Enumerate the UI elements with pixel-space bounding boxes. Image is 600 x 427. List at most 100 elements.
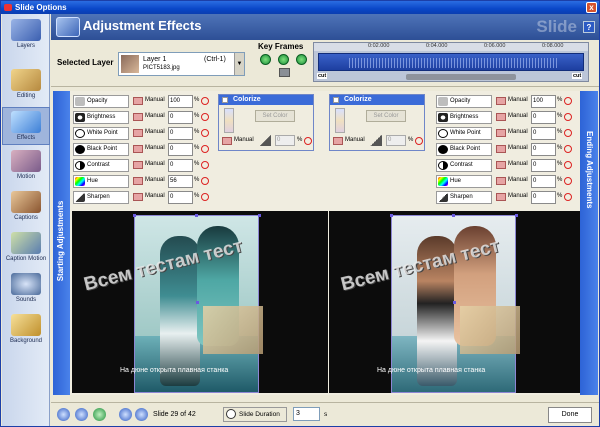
- adjustment-label[interactable]: White Point: [436, 127, 492, 140]
- resize-handle[interactable]: [452, 214, 455, 217]
- reset-icon[interactable]: [201, 193, 209, 201]
- adjustment-label[interactable]: Opacity: [73, 95, 129, 108]
- slide-duration-button[interactable]: Slide Duration: [223, 407, 287, 422]
- value-input[interactable]: 56: [168, 175, 193, 188]
- starting-adjustments-tab[interactable]: Starting Adjustments: [53, 91, 70, 395]
- close-button[interactable]: x: [586, 2, 597, 13]
- adjustment-label[interactable]: Sharpen: [436, 191, 492, 204]
- reset-icon[interactable]: [415, 137, 423, 145]
- chevron-down-icon[interactable]: ▼: [234, 53, 244, 75]
- zoom-out-icon[interactable]: [75, 408, 88, 421]
- start-preview[interactable]: Всем тестам тест На дюне открыта плавная…: [72, 211, 329, 393]
- manual-button[interactable]: [496, 193, 506, 201]
- timeline-scrollbar[interactable]: [406, 74, 516, 80]
- resize-handle[interactable]: [195, 214, 198, 217]
- sidebar-item-editing[interactable]: Editing: [2, 66, 50, 104]
- adjustment-label[interactable]: Hue: [73, 175, 129, 188]
- value-input[interactable]: 0: [531, 175, 556, 188]
- value-input[interactable]: 0: [168, 111, 193, 124]
- adjustment-label[interactable]: Contrast: [436, 159, 492, 172]
- sidebar-item-captions[interactable]: Captions: [2, 188, 50, 226]
- reset-icon[interactable]: [564, 193, 572, 201]
- value-input[interactable]: 0: [386, 135, 406, 146]
- value-input[interactable]: 100: [531, 95, 556, 108]
- sidebar-item-effects[interactable]: Effects: [2, 107, 50, 145]
- reset-icon[interactable]: [564, 129, 572, 137]
- sidebar-item-background[interactable]: Background: [2, 311, 50, 349]
- resize-handle[interactable]: [390, 214, 393, 217]
- value-input[interactable]: 0: [531, 127, 556, 140]
- value-input[interactable]: 0: [531, 191, 556, 204]
- colorize-checkbox[interactable]: [333, 97, 339, 103]
- value-input[interactable]: 0: [168, 159, 193, 172]
- resize-handle[interactable]: [515, 214, 518, 217]
- manual-button[interactable]: [133, 129, 143, 137]
- resize-handle[interactable]: [133, 214, 136, 217]
- resize-handle[interactable]: [453, 301, 456, 304]
- add-keyframe-button[interactable]: [278, 54, 289, 65]
- manual-button[interactable]: [133, 113, 143, 121]
- value-input[interactable]: 0: [168, 127, 193, 140]
- layer-select[interactable]: Layer 1 (Ctrl-1) PICT5183.jpg ▼: [118, 52, 245, 76]
- keyframe-marker-icon[interactable]: [279, 68, 290, 77]
- manual-button[interactable]: [496, 129, 506, 137]
- previous-slide-button[interactable]: [119, 408, 132, 421]
- value-input[interactable]: 0: [531, 159, 556, 172]
- next-slide-button[interactable]: [135, 408, 148, 421]
- manual-button[interactable]: [222, 137, 232, 145]
- adjustment-label[interactable]: Black Point: [73, 143, 129, 156]
- sidebar-item-motion[interactable]: Motion: [2, 147, 50, 185]
- manual-button[interactable]: [496, 113, 506, 121]
- colorize-header[interactable]: Colorize: [330, 95, 424, 105]
- help-button[interactable]: ?: [583, 21, 595, 33]
- manual-button[interactable]: [133, 193, 143, 201]
- play-icon[interactable]: [93, 408, 106, 421]
- manual-button[interactable]: [133, 177, 143, 185]
- reset-icon[interactable]: [201, 177, 209, 185]
- reset-icon[interactable]: [564, 145, 572, 153]
- adjustment-label[interactable]: Brightness: [73, 111, 129, 124]
- reset-icon[interactable]: [201, 113, 209, 121]
- value-input[interactable]: 100: [168, 95, 193, 108]
- reset-icon[interactable]: [564, 113, 572, 121]
- value-input[interactable]: 0: [168, 143, 193, 156]
- zoom-in-icon[interactable]: [57, 408, 70, 421]
- reset-icon[interactable]: [201, 129, 209, 137]
- reset-icon[interactable]: [201, 97, 209, 105]
- sidebar-item-layers[interactable]: Layers: [2, 16, 50, 54]
- value-input[interactable]: 0: [531, 143, 556, 156]
- end-preview[interactable]: Всем тестам тест На дюне открыта плавная…: [329, 211, 586, 393]
- resize-handle[interactable]: [258, 214, 261, 217]
- set-color-button[interactable]: Set Color: [255, 110, 295, 122]
- manual-button[interactable]: [133, 145, 143, 153]
- value-input[interactable]: 0: [275, 135, 295, 146]
- manual-button[interactable]: [333, 137, 343, 145]
- timeline-track[interactable]: [318, 53, 584, 71]
- adjustment-label[interactable]: Sharpen: [73, 191, 129, 204]
- manual-button[interactable]: [496, 145, 506, 153]
- reset-icon[interactable]: [201, 161, 209, 169]
- manual-button[interactable]: [496, 161, 506, 169]
- ending-adjustments-tab[interactable]: Ending Adjustments: [580, 91, 598, 395]
- colorize-header[interactable]: Colorize: [219, 95, 313, 105]
- adjustment-label[interactable]: Black Point: [436, 143, 492, 156]
- sidebar-item-sounds[interactable]: Sounds: [2, 270, 50, 308]
- adjustment-label[interactable]: Brightness: [436, 111, 492, 124]
- manual-button[interactable]: [496, 177, 506, 185]
- value-input[interactable]: 0: [531, 111, 556, 124]
- manual-button[interactable]: [496, 97, 506, 105]
- adjustment-label[interactable]: Hue: [436, 175, 492, 188]
- prev-keyframe-button[interactable]: [260, 54, 271, 65]
- sidebar-item-caption-motion[interactable]: Caption Motion: [2, 229, 50, 267]
- adjustment-label[interactable]: Contrast: [73, 159, 129, 172]
- next-keyframe-button[interactable]: [296, 54, 307, 65]
- resize-handle[interactable]: [196, 301, 199, 304]
- set-color-button[interactable]: Set Color: [366, 110, 406, 122]
- adjustment-label[interactable]: White Point: [73, 127, 129, 140]
- reset-icon[interactable]: [564, 161, 572, 169]
- manual-button[interactable]: [133, 161, 143, 169]
- reset-icon[interactable]: [564, 97, 572, 105]
- value-input[interactable]: 0: [168, 191, 193, 204]
- slide-duration-input[interactable]: 3: [293, 407, 320, 421]
- reset-icon[interactable]: [304, 137, 312, 145]
